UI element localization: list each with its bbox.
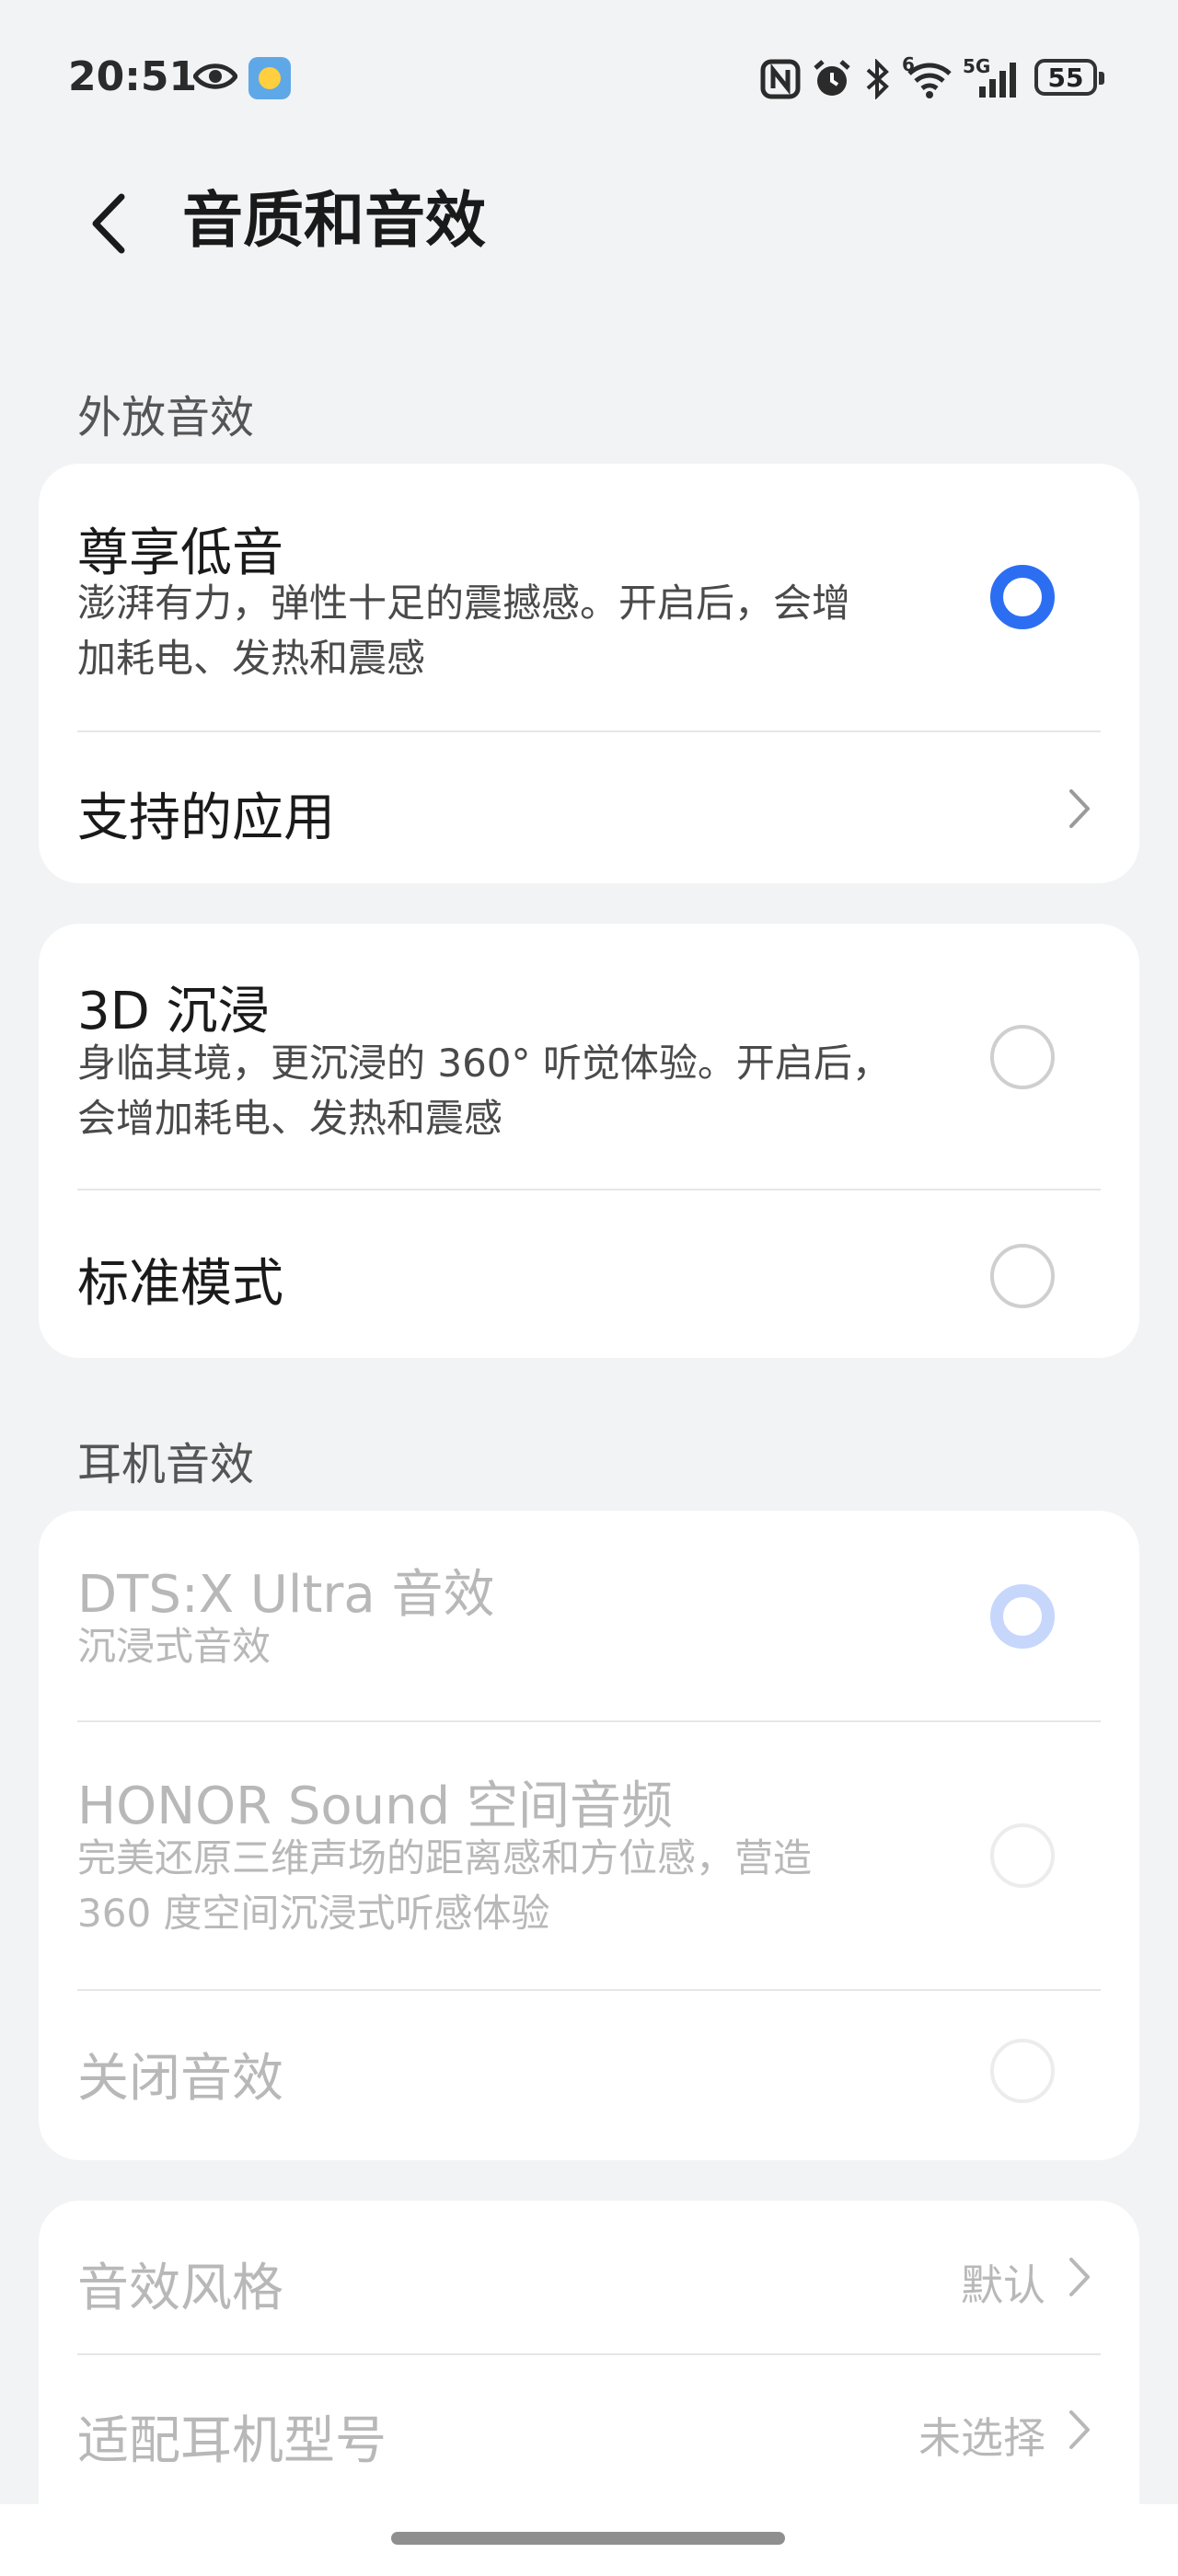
alarm-icon [814, 60, 850, 96]
option-off: 关闭音效 [39, 1991, 1139, 2160]
headphone-model-row: 适配耳机型号 未选择 [39, 2355, 1139, 2510]
signal-icon [979, 63, 1016, 98]
nfc-icon [760, 59, 801, 99]
page-title: 音质和音效 [182, 185, 486, 256]
speaker-card-2: 3D 沉浸 身临其境，更沉浸的 360° 听觉体验。开启后， 会增加耗电、发热和… [39, 924, 1139, 1358]
option-bass-desc-line-2: 加耗电、发热和震感 [77, 636, 426, 681]
option-honor-sound-desc-line-1: 完美还原三维声场的距离感和方位感，营造 [77, 1835, 813, 1880]
option-honor-sound-title: HONOR Sound 空间音频 [77, 1777, 674, 1836]
sound-style-label: 音效风格 [77, 2259, 283, 2318]
option-standard[interactable]: 标准模式 [39, 1190, 1139, 1358]
option-honor-sound: HONOR Sound 空间音频 完美还原三维声场的距离感和方位感，营造 360… [39, 1722, 1139, 1989]
wifi-icon [907, 63, 952, 98]
speaker-card-1: 尊享低音 澎湃有力，弹性十足的震撼感。开启后，会增 加耗电、发热和震感 支持的应… [39, 464, 1139, 883]
status-time: 20:51 [68, 53, 198, 100]
home-indicator[interactable] [391, 2532, 785, 2545]
radio-honor-sound [990, 1823, 1055, 1888]
supported-apps-row[interactable]: 支持的应用 [39, 732, 1139, 883]
headphone-model-value: 未选择 [918, 2413, 1045, 2463]
battery-icon: 55 [1034, 59, 1104, 96]
option-3d-title: 3D 沉浸 [77, 982, 270, 1041]
sound-style-value: 默认 [961, 2260, 1045, 2310]
option-dts: DTS:X Ultra 音效 沉浸式音效 [39, 1511, 1139, 1720]
section-label-speaker: 外放音效 [77, 392, 255, 443]
radio-off [990, 2039, 1055, 2103]
option-dts-title: DTS:X Ultra 音效 [77, 1565, 495, 1625]
option-3d-desc-line-2: 会增加耗电、发热和震感 [77, 1096, 503, 1141]
headphone-card: DTS:X Ultra 音效 沉浸式音效 HONOR Sound 空间音频 完美… [39, 1511, 1139, 2160]
status-bar: 20:51 6 5G 55 [0, 0, 1178, 156]
supported-apps-label: 支持的应用 [77, 788, 335, 848]
option-bass-desc-line-1: 澎湃有力，弹性十足的震撼感。开启后，会增 [77, 581, 851, 626]
option-dts-desc: 沉浸式音效 [77, 1624, 271, 1669]
chevron-right-icon [1069, 2258, 1090, 2296]
chevron-left-icon[interactable] [88, 191, 129, 256]
radio-dts [990, 1584, 1055, 1649]
option-3d[interactable]: 3D 沉浸 身临其境，更沉浸的 360° 听觉体验。开启后， 会增加耗电、发热和… [39, 924, 1139, 1190]
radio-bass[interactable] [990, 565, 1055, 629]
chevron-right-icon [1069, 789, 1090, 828]
headphone-model-label: 适配耳机型号 [77, 2411, 387, 2471]
option-off-title: 关闭音效 [77, 2049, 283, 2109]
weather-icon [248, 57, 291, 99]
chevron-right-icon [1069, 2410, 1090, 2449]
sound-style-row: 音效风格 默认 [39, 2201, 1139, 2355]
option-honor-sound-desc: 完美还原三维声场的距离感和方位感，营造 360 度空间沉浸式听感体验 [77, 1831, 961, 1941]
option-bass[interactable]: 尊享低音 澎湃有力，弹性十足的震撼感。开启后，会增 加耗电、发热和震感 [39, 464, 1139, 730]
bluetooth-icon [866, 59, 889, 99]
option-bass-title: 尊享低音 [77, 523, 283, 583]
battery-level: 55 [1047, 62, 1084, 93]
option-3d-desc: 身临其境，更沉浸的 360° 听觉体验。开启后， 会增加耗电、发热和震感 [77, 1036, 961, 1146]
option-standard-title: 标准模式 [77, 1254, 283, 1314]
option-bass-desc: 澎湃有力，弹性十足的震撼感。开启后，会增 加耗电、发热和震感 [77, 576, 961, 686]
radio-3d[interactable] [990, 1025, 1055, 1089]
eye-icon [193, 63, 237, 89]
option-3d-desc-line-1: 身临其境，更沉浸的 360° 听觉体验。开启后， [77, 1041, 891, 1086]
section-label-headphone: 耳机音效 [77, 1439, 255, 1490]
option-honor-sound-desc-line-2: 360 度空间沉浸式听感体验 [77, 1891, 550, 1936]
radio-standard[interactable] [990, 1244, 1055, 1308]
